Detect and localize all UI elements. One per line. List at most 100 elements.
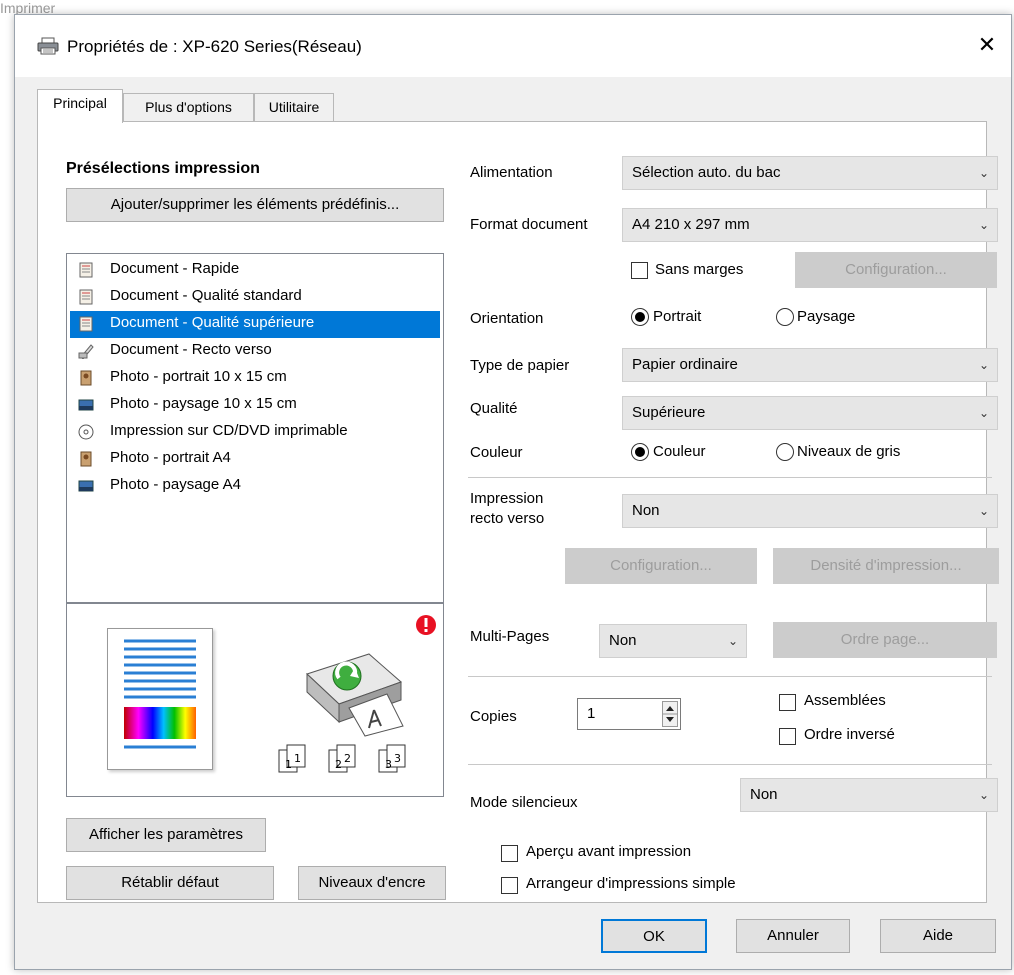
tab-plus-doptions[interactable]: Plus d'options xyxy=(123,93,254,121)
orientation-label: Orientation xyxy=(470,310,544,327)
list-item-label: Photo - paysage A4 xyxy=(110,476,241,493)
chevron-down-icon: ⌄ xyxy=(727,634,738,648)
window-title: Propriétés de : XP-620 Series(Réseau) xyxy=(67,37,362,56)
list-item-label: Photo - portrait A4 xyxy=(110,449,231,466)
duplex-config-button[interactable]: Configuration... xyxy=(565,548,757,584)
list-item[interactable]: Document - Recto verso xyxy=(70,338,440,365)
collate-label: Assemblées xyxy=(804,692,886,709)
document-size-value: A4 210 x 297 mm xyxy=(632,216,750,233)
list-item-label: Photo - paysage 10 x 15 cm xyxy=(110,395,297,412)
tab-panel-principal: Présélections impression Ajouter/supprim… xyxy=(37,121,999,903)
cancel-button[interactable]: Annuler xyxy=(736,919,850,953)
chevron-down-icon: ⌄ xyxy=(978,504,989,518)
color-color-label: Couleur xyxy=(653,443,706,460)
page-number: 1 xyxy=(285,758,292,771)
list-item-label: Document - Qualité standard xyxy=(110,287,302,304)
divider xyxy=(468,764,992,765)
page-number: 3 xyxy=(385,758,392,771)
page-number: 3 xyxy=(394,752,401,765)
quiet-mode-value: Non xyxy=(750,786,778,803)
list-item-label: Document - Recto verso xyxy=(110,341,272,358)
document-size-label: Format document xyxy=(470,216,588,233)
printer-properties-dialog: Propriétés de : XP-620 Series(Réseau) ✕ … xyxy=(14,14,1012,970)
collate-checkbox[interactable] xyxy=(779,694,796,711)
multi-pages-select[interactable]: Non ⌄ xyxy=(599,624,747,658)
orientation-portrait-label: Portrait xyxy=(653,308,702,325)
print-density-button[interactable]: Densité d'impression... xyxy=(773,548,999,584)
chevron-down-icon: ⌄ xyxy=(978,406,989,420)
list-item[interactable]: Photo - portrait 10 x 15 cm xyxy=(70,365,440,392)
duplex-value: Non xyxy=(632,502,660,519)
document-icon xyxy=(78,316,94,332)
copies-label: Copies xyxy=(470,708,517,725)
tab-utilitaire[interactable]: Utilitaire xyxy=(254,93,334,121)
list-item[interactable]: Photo - paysage A4 xyxy=(70,473,440,500)
list-item[interactable]: Document - Rapide xyxy=(70,257,440,284)
printer-illustration-icon xyxy=(299,644,409,744)
show-settings-button[interactable]: Afficher les paramètres xyxy=(66,818,266,852)
multi-pages-value: Non xyxy=(609,632,637,649)
job-arranger-checkbox[interactable] xyxy=(501,877,518,894)
paper-source-value: Sélection auto. du bac xyxy=(632,164,781,181)
settings-preview: 1 1 2 2 3 3 xyxy=(66,603,444,797)
reverse-order-checkbox[interactable] xyxy=(779,728,796,745)
presets-heading: Présélections impression xyxy=(66,160,260,177)
photo-landscape-icon xyxy=(78,478,94,494)
stepper-arrows-icon[interactable] xyxy=(662,701,678,727)
borderless-checkbox[interactable] xyxy=(631,262,648,279)
job-arranger-label: Arrangeur d'impressions simple xyxy=(526,875,736,892)
chevron-down-icon: ⌄ xyxy=(978,788,989,802)
page-number: 2 xyxy=(344,752,351,765)
duplex-document-icon xyxy=(78,343,94,360)
list-item[interactable]: Document - Qualité standard xyxy=(70,284,440,311)
page-number: 2 xyxy=(335,758,342,771)
reverse-order-label: Ordre inversé xyxy=(804,726,895,743)
tab-principal[interactable]: Principal xyxy=(37,89,123,123)
quiet-mode-select[interactable]: Non ⌄ xyxy=(740,778,998,812)
page-number: 1 xyxy=(294,752,301,765)
multi-pages-label: Multi-Pages xyxy=(470,628,550,645)
divider xyxy=(468,477,992,478)
list-item-label: Document - Rapide xyxy=(110,260,240,277)
reset-defaults-button[interactable]: Rétablir défaut xyxy=(66,866,274,900)
help-button[interactable]: Aide xyxy=(880,919,996,953)
page-order-button[interactable]: Ordre page... xyxy=(773,622,997,658)
list-item-label: Impression sur CD/DVD imprimable xyxy=(110,422,348,439)
print-preview-label: Aperçu avant impression xyxy=(526,843,692,860)
quality-select[interactable]: Supérieure ⌄ xyxy=(622,396,998,430)
page-preview xyxy=(107,628,213,770)
chevron-down-icon: ⌄ xyxy=(978,358,989,372)
warning-icon xyxy=(415,614,437,641)
presets-list[interactable]: Document - Rapide Document - Qualité sta… xyxy=(66,253,444,603)
color-color-radio[interactable] xyxy=(631,443,649,461)
paper-type-select[interactable]: Papier ordinaire ⌄ xyxy=(622,348,998,382)
color-grayscale-label: Niveaux de gris xyxy=(797,443,901,460)
photo-portrait-icon xyxy=(78,370,94,386)
borderless-config-button[interactable]: Configuration... xyxy=(795,252,997,288)
borderless-label: Sans marges xyxy=(655,261,744,278)
orientation-landscape-radio[interactable] xyxy=(776,308,794,326)
list-item[interactable]: Impression sur CD/DVD imprimable xyxy=(70,419,440,446)
printer-icon xyxy=(37,37,59,60)
ink-levels-button[interactable]: Niveaux d'encre xyxy=(298,866,446,900)
paper-source-select[interactable]: Sélection auto. du bac ⌄ xyxy=(622,156,998,190)
paper-type-value: Papier ordinaire xyxy=(632,356,738,373)
quality-label: Qualité xyxy=(470,400,518,417)
quality-value: Supérieure xyxy=(632,404,706,421)
cd-icon xyxy=(78,424,94,440)
list-item-selected[interactable]: Document - Qualité supérieure xyxy=(70,311,440,338)
collate-pages-icon: 1 1 2 2 3 3 xyxy=(277,742,427,781)
color-grayscale-radio[interactable] xyxy=(776,443,794,461)
orientation-landscape-label: Paysage xyxy=(797,308,856,325)
document-size-select[interactable]: A4 210 x 297 mm ⌄ xyxy=(622,208,998,242)
print-preview-checkbox[interactable] xyxy=(501,845,518,862)
ok-button[interactable]: OK xyxy=(601,919,707,953)
manage-presets-button[interactable]: Ajouter/supprimer les éléments prédéfini… xyxy=(66,188,444,222)
copies-stepper[interactable]: 1 xyxy=(577,698,681,730)
close-icon[interactable]: ✕ xyxy=(973,31,1001,59)
orientation-portrait-radio[interactable] xyxy=(631,308,649,326)
duplex-select[interactable]: Non ⌄ xyxy=(622,494,998,528)
list-item-label: Photo - portrait 10 x 15 cm xyxy=(110,368,287,385)
list-item[interactable]: Photo - portrait A4 xyxy=(70,446,440,473)
list-item[interactable]: Photo - paysage 10 x 15 cm xyxy=(70,392,440,419)
